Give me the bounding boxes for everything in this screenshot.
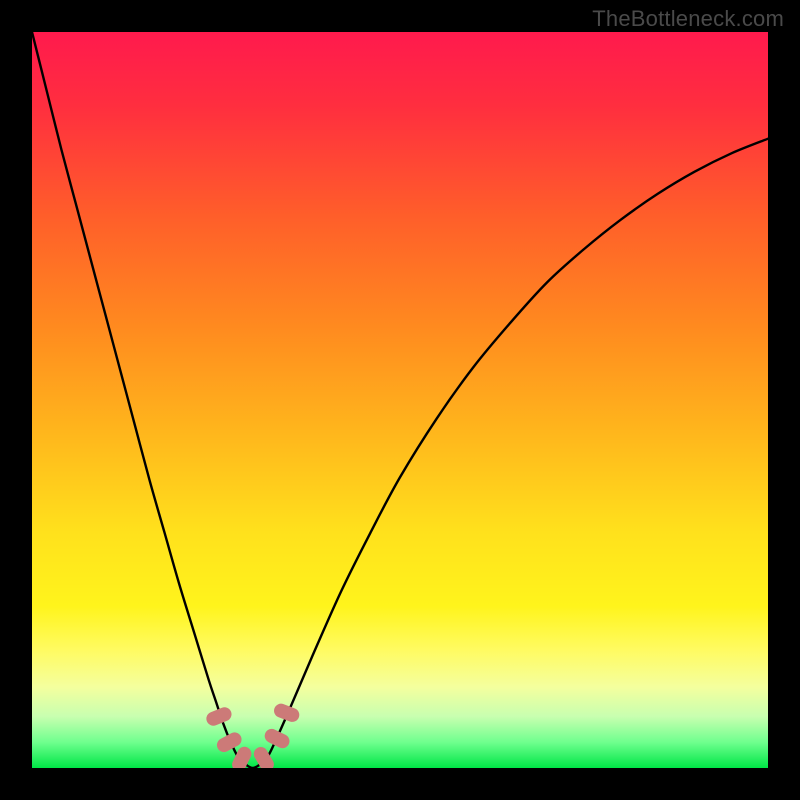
plot-area bbox=[32, 32, 768, 768]
gradient-background bbox=[32, 32, 768, 768]
chart-frame: TheBottleneck.com bbox=[0, 0, 800, 800]
chart-svg bbox=[32, 32, 768, 768]
watermark-text: TheBottleneck.com bbox=[592, 6, 784, 32]
